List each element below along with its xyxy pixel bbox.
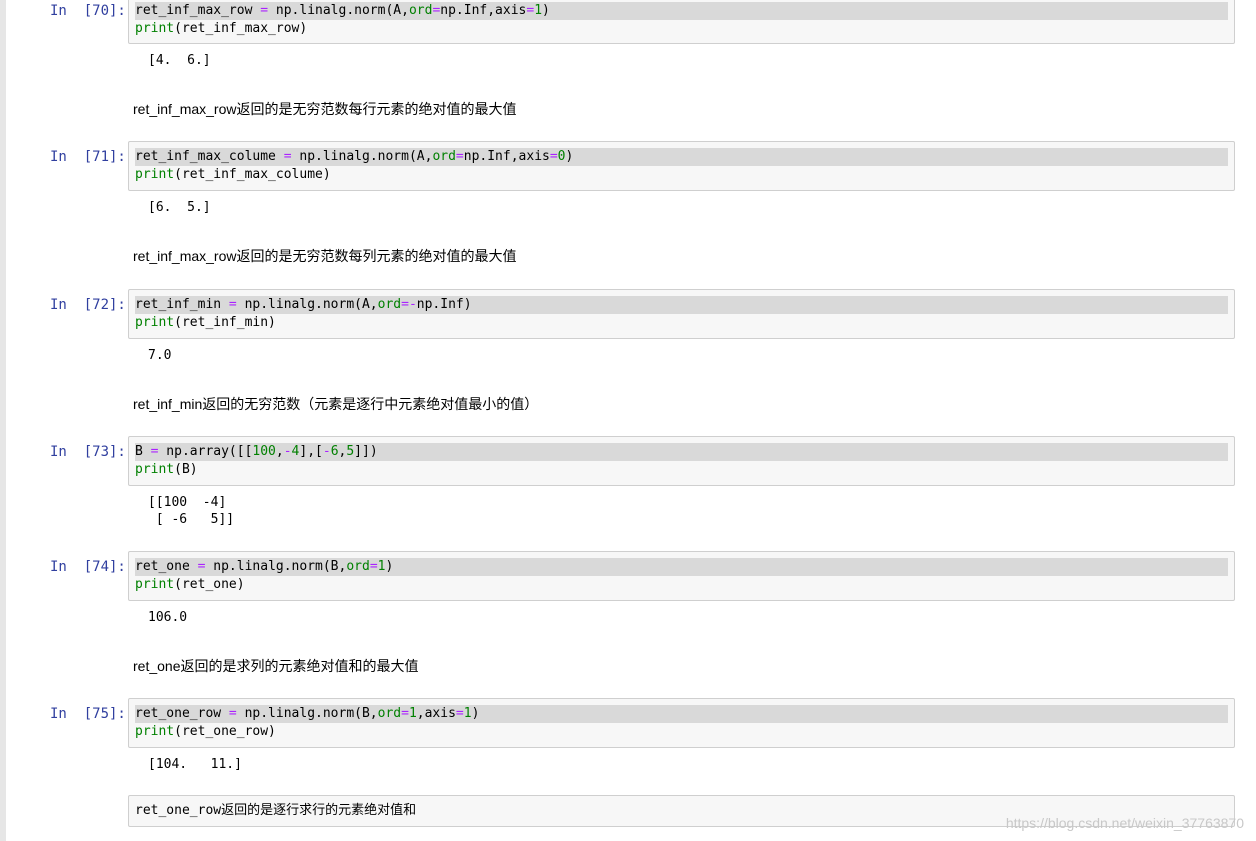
code-line[interactable]: B = np.array([[100,-4],[-6,5]]) (135, 443, 1228, 461)
markdown-note: ret_one返回的是求列的元素绝对值和的最大值 (133, 658, 419, 674)
input-prompt: In [74]: (50, 559, 126, 575)
cell-output: 106.0 (148, 610, 188, 625)
code-input[interactable]: ret_one = np.linalg.norm(B,ord=1) print(… (128, 551, 1235, 601)
code-token: ord (377, 706, 402, 721)
code-token: 100 (252, 444, 276, 459)
code-token: (B) (174, 462, 198, 477)
code-token: = (283, 149, 292, 164)
code-input[interactable]: ret_one_row = np.linalg.norm(B,ord=1,axi… (128, 698, 1235, 748)
code-token: (ret_inf_max_row) (174, 21, 308, 36)
cell-output: [6. 5.] (148, 200, 211, 215)
input-prompt: In [71]: (50, 149, 126, 165)
code-token: ret_one (135, 559, 198, 574)
notebook-left-edge (0, 0, 6, 841)
code-token: np.Inf,axis (440, 3, 527, 18)
code-token: ret_inf_max_row (135, 3, 261, 18)
code-token: print (135, 21, 175, 36)
code-token: ) (471, 706, 480, 721)
watermark-text: https://blog.csdn.net/weixin_37763870 (1005, 815, 1244, 831)
code-token: ret_one_row (135, 706, 229, 721)
code-token: print (135, 315, 175, 330)
code-token: = (228, 706, 237, 721)
cell-output: 7.0 (148, 348, 172, 363)
code-token: 0 (557, 149, 566, 164)
code-token: = (455, 706, 464, 721)
code-token: = (455, 149, 464, 164)
markdown-source[interactable]: ret_one_row返回的是逐行求行的元素绝对值和 (135, 802, 416, 820)
code-token: = (260, 3, 269, 18)
code-token: (ret_inf_min) (174, 315, 276, 330)
code-token: = (526, 3, 535, 18)
code-line[interactable]: print(ret_one_row) (135, 723, 276, 741)
input-prompt: In [72]: (50, 297, 126, 313)
code-token: print (135, 577, 175, 592)
code-token: np.linalg.norm(A, (236, 297, 378, 312)
code-token: ],[ (299, 444, 323, 459)
code-input[interactable]: ret_inf_max_row = np.linalg.norm(A,ord=n… (128, 0, 1235, 44)
code-token: ) (385, 559, 394, 574)
code-token: 1 (463, 706, 472, 721)
code-token: - (322, 444, 331, 459)
input-prompt: In [75]: (50, 706, 126, 722)
code-token: = (228, 297, 237, 312)
code-token: np.Inf,axis (463, 149, 550, 164)
code-line[interactable]: ret_one_row = np.linalg.norm(B,ord=1,axi… (135, 705, 1228, 723)
code-token: np.linalg.norm(A, (268, 3, 409, 18)
code-token: ord (377, 297, 402, 312)
code-token: np.array([[ (158, 444, 253, 459)
code-token: , (275, 444, 284, 459)
code-token: 1 (408, 706, 417, 721)
code-token: ord (346, 559, 370, 574)
code-input[interactable]: ret_inf_max_colume = np.linalg.norm(A,or… (128, 141, 1235, 191)
code-token: ]]) (354, 444, 378, 459)
code-input[interactable]: ret_inf_min = np.linalg.norm(A,ord=-np.I… (128, 289, 1235, 339)
markdown-note: ret_inf_max_row返回的是无穷范数每列元素的绝对值的最大值 (133, 248, 517, 264)
markdown-note: ret_inf_min返回的无穷范数（元素是逐行中元素绝对值最小的值） (133, 396, 539, 412)
input-prompt: In [73]: (50, 444, 126, 460)
code-token: print (135, 724, 175, 739)
code-token: (ret_one_row) (174, 724, 276, 739)
code-line[interactable]: print(ret_inf_min) (135, 314, 276, 332)
code-token: np.linalg.norm(B, (205, 559, 347, 574)
code-line[interactable]: print(ret_inf_max_row) (135, 20, 307, 38)
code-token: np.linalg.norm(A, (291, 149, 433, 164)
code-token: ret_inf_min (135, 297, 229, 312)
code-line[interactable]: ret_one = np.linalg.norm(B,ord=1) (135, 558, 1228, 576)
code-token: np.Inf) (416, 297, 472, 312)
code-token: ord (408, 3, 433, 18)
code-line[interactable]: ret_inf_max_colume = np.linalg.norm(A,or… (135, 148, 1228, 166)
code-token: print (135, 462, 175, 477)
cell-output: [4. 6.] (148, 53, 211, 68)
code-line[interactable]: ret_inf_min = np.linalg.norm(A,ord=-np.I… (135, 296, 1228, 314)
code-line[interactable]: print(ret_one) (135, 576, 245, 594)
code-token: ) (565, 149, 574, 164)
code-token: print (135, 167, 175, 182)
code-input[interactable]: B = np.array([[100,-4],[-6,5]]) print(B) (128, 436, 1235, 486)
code-token: =- (401, 297, 417, 312)
cell-output: [104. 11.] (148, 757, 242, 772)
code-token: - (283, 444, 292, 459)
code-line[interactable]: print(B) (135, 461, 198, 479)
code-token: ord (432, 149, 456, 164)
code-token: 5 (346, 444, 355, 459)
code-token: ret_inf_max_colume (135, 149, 284, 164)
code-token: (ret_one) (174, 577, 245, 592)
code-token: (ret_inf_max_colume) (174, 167, 331, 182)
code-token: ,axis (416, 706, 456, 721)
code-token: 6 (330, 444, 339, 459)
code-token: 1 (534, 3, 543, 18)
code-token: np.linalg.norm(B, (236, 706, 378, 721)
code-token: = (401, 706, 409, 721)
code-token: = (369, 559, 378, 574)
code-token: = (549, 149, 558, 164)
markdown-note: ret_inf_max_row返回的是无穷范数每行元素的绝对值的最大值 (133, 101, 517, 117)
cell-output: [[100 -4] [ -6 5]] (148, 495, 235, 527)
code-line[interactable]: ret_inf_max_row = np.linalg.norm(A,ord=n… (135, 2, 1228, 20)
code-line[interactable]: print(ret_inf_max_colume) (135, 166, 331, 184)
code-token: ) (542, 3, 550, 18)
input-prompt: In [70]: (50, 3, 126, 19)
code-token: B (135, 444, 151, 459)
